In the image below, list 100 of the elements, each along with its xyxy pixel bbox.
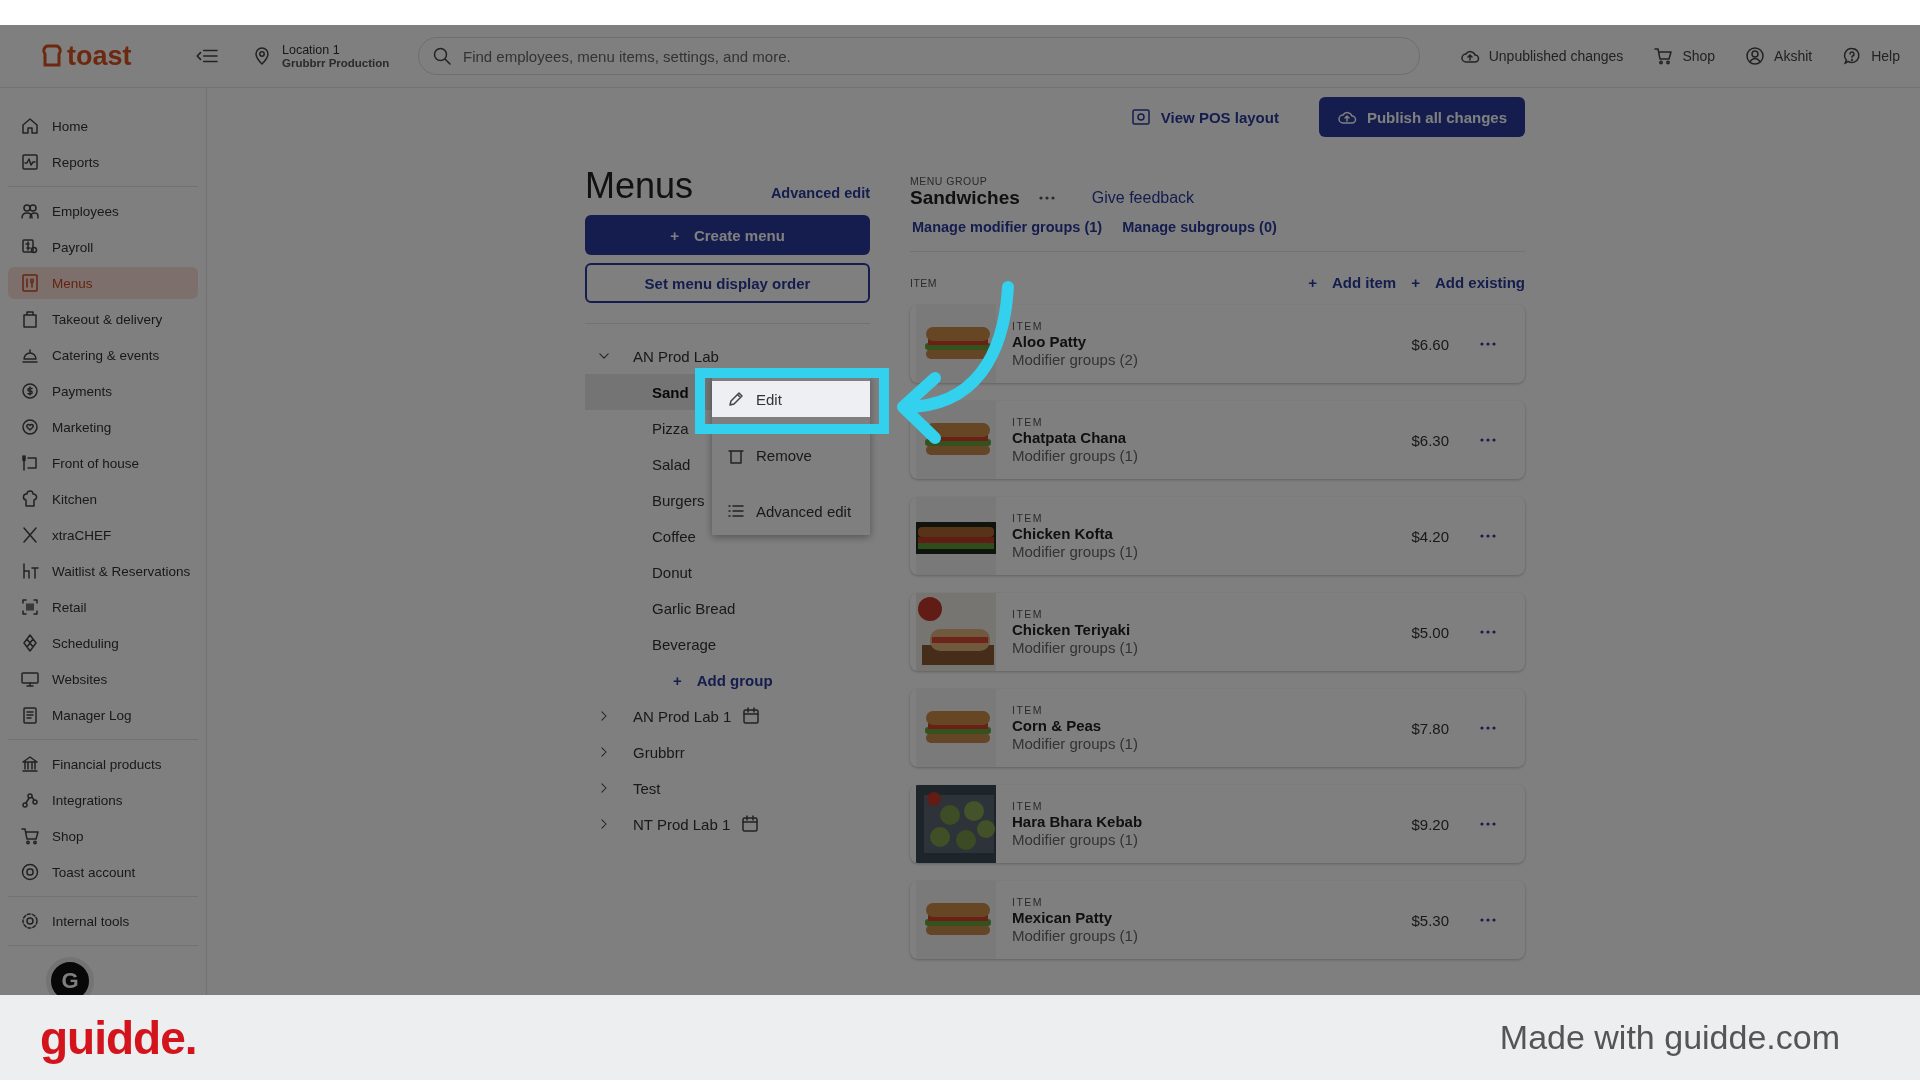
sidebar-item[interactable]: Waitlist & Reservations xyxy=(8,555,198,587)
sidebar-item[interactable]: Internal tools xyxy=(8,905,198,937)
utensils-icon xyxy=(20,453,40,473)
more-icon[interactable] xyxy=(1479,821,1497,827)
sidebar-item[interactable]: Payments xyxy=(8,375,198,407)
nodes-icon xyxy=(20,790,40,810)
item-name: Mexican Patty xyxy=(1012,909,1114,926)
footer-note: Made with guidde.com xyxy=(1499,1018,1840,1057)
location-name[interactable]: Location 1 xyxy=(282,43,390,57)
item-caption: ITEM xyxy=(1012,704,1045,716)
menu-name[interactable]: NT Prod Lab 1 xyxy=(633,815,731,833)
user-icon xyxy=(1745,46,1766,66)
add-link[interactable]: + Add item xyxy=(1308,274,1397,291)
sidebar-item[interactable]: Retail xyxy=(8,591,198,623)
toast-logo[interactable]: toast xyxy=(40,40,140,72)
sidebar-item[interactable]: Financial products xyxy=(8,748,198,780)
item-caption: ITEM xyxy=(1012,800,1045,812)
people-icon xyxy=(20,201,40,221)
view-layout-button[interactable]: View POS layout xyxy=(1112,97,1297,137)
sidebar-item[interactable]: Payroll xyxy=(8,231,198,263)
create-menu-button[interactable]: + Create menu xyxy=(585,215,870,255)
top-bar-link[interactable]: Unpublished changes xyxy=(1488,48,1624,64)
menu-group-item[interactable]: Garlic Bread xyxy=(585,590,870,626)
sidebar-item[interactable]: Toast account xyxy=(8,856,198,888)
menu-name[interactable]: Grubbrr xyxy=(633,743,685,761)
menu-group-item[interactable]: Beverage xyxy=(585,626,870,662)
add-link[interactable]: + Add existing xyxy=(1411,274,1525,291)
barcode-icon xyxy=(20,597,40,617)
item-name: Chicken Kofta xyxy=(1012,525,1114,542)
manage-link[interactable]: Manage subgroups (0) xyxy=(1122,219,1277,235)
sidebar-item[interactable]: Home xyxy=(8,110,198,142)
sidebar-item[interactable]: Marketing xyxy=(8,411,198,443)
settings-icon xyxy=(20,911,40,931)
publish-button[interactable]: Publish all changes xyxy=(1318,97,1525,137)
sidebar-item[interactable]: xtraCHEF xyxy=(8,519,198,551)
chart-icon xyxy=(20,152,40,172)
sidebar-item[interactable]: Catering & events xyxy=(8,339,198,371)
more-icon[interactable] xyxy=(1479,341,1497,347)
search-field[interactable]: Find employees, menu items, settings, and more. xyxy=(418,37,1420,75)
item-card[interactable]: ITEM Chatpata Chana Modifier groups (1) $6.30 xyxy=(910,401,1525,479)
more-icon[interactable] xyxy=(1037,195,1056,201)
menu-group-item[interactable]: Donut xyxy=(585,554,870,590)
more-icon[interactable] xyxy=(1479,917,1497,923)
item-name: Hara Bhara Kebab xyxy=(1012,813,1144,830)
screen-icon xyxy=(1130,107,1151,127)
item-card[interactable]: ITEM Hara Bhara Kebab Modifier groups (1) $9.20 xyxy=(910,785,1525,863)
more-icon[interactable] xyxy=(1479,629,1497,635)
sidebar-item[interactable]: Websites xyxy=(8,663,198,695)
bag-icon xyxy=(20,309,40,329)
add-group-link[interactable]: + Add group xyxy=(585,662,870,698)
sidebar-item[interactable]: Menus xyxy=(8,267,198,299)
sidebar-item[interactable]: Scheduling xyxy=(8,627,198,659)
display-order-button[interactable]: Set menu display order xyxy=(585,263,870,303)
sidebar-item[interactable]: Employees xyxy=(8,195,198,227)
menu-option[interactable]: Edit xyxy=(712,381,870,417)
top-bar-link[interactable]: Help xyxy=(1871,48,1900,64)
item-card[interactable]: ITEM Chicken Teriyaki Modifier groups (1) $5.00 xyxy=(910,593,1525,671)
item-card[interactable]: ITEM Aloo Patty Modifier groups (2) $6.60 xyxy=(910,305,1525,383)
menu-name[interactable]: AN Prod Lab 1 xyxy=(633,707,732,725)
top-bar-link[interactable]: Akshit xyxy=(1774,48,1813,64)
menu-name[interactable]: Test xyxy=(633,779,661,797)
item-price: $9.20 xyxy=(1411,815,1449,833)
pencil-icon xyxy=(726,389,746,409)
group-name: Sandwiches xyxy=(910,187,1020,209)
sidebar-item[interactable]: Reports xyxy=(8,146,198,178)
feedback-link[interactable]: Give feedback xyxy=(1091,189,1195,207)
item-name: Chatpata Chana xyxy=(1012,429,1128,446)
cart-icon xyxy=(20,826,40,846)
item-card[interactable]: ITEM Corn & Peas Modifier groups (1) $7.80 xyxy=(910,689,1525,767)
help-icon xyxy=(1842,46,1863,66)
assistant-badge[interactable]: G xyxy=(46,957,94,995)
menu-option[interactable]: Remove xyxy=(712,437,870,473)
item-price: $5.30 xyxy=(1411,911,1449,929)
sidebar-item[interactable]: Front of house xyxy=(8,447,198,479)
item-caption: ITEM xyxy=(1012,512,1045,524)
top-bar-link[interactable]: Shop xyxy=(1682,48,1716,64)
item-price: $6.60 xyxy=(1411,335,1449,353)
item-modifiers: Modifier groups (1) xyxy=(1012,447,1139,464)
menu-name[interactable]: AN Prod Lab xyxy=(633,347,719,365)
more-icon[interactable] xyxy=(1479,533,1497,539)
sidebar-item[interactable]: Takeout & delivery xyxy=(8,303,198,335)
sidebar-item[interactable]: Shop xyxy=(8,820,198,852)
more-icon[interactable] xyxy=(1479,725,1497,731)
page-title: Menus xyxy=(585,165,694,207)
more-icon[interactable] xyxy=(1479,437,1497,443)
x-icon xyxy=(20,525,40,545)
manage-link[interactable]: Manage modifier groups (1) xyxy=(912,219,1103,235)
item-card[interactable]: ITEM Mexican Patty Modifier groups (1) $5.30 xyxy=(910,881,1525,959)
diamond-icon xyxy=(20,633,40,653)
menu-option[interactable]: Advanced edit xyxy=(712,493,870,529)
sidebar-item[interactable]: Manager Log xyxy=(8,699,198,731)
item-card[interactable]: ITEM Chicken Kofta Modifier groups (1) $4.20 xyxy=(910,497,1525,575)
advanced-edit-link[interactable]: Advanced edit xyxy=(770,185,870,201)
location-subtitle: Grubbrr Production xyxy=(282,57,390,69)
sidebar-item[interactable]: Integrations xyxy=(8,784,198,816)
item-name: Aloo Patty xyxy=(1012,333,1088,350)
item-name: Corn & Peas xyxy=(1012,717,1103,734)
account-icon xyxy=(20,862,40,882)
section-caption: MENU GROUP xyxy=(910,175,989,187)
sidebar-item[interactable]: Kitchen xyxy=(8,483,198,515)
